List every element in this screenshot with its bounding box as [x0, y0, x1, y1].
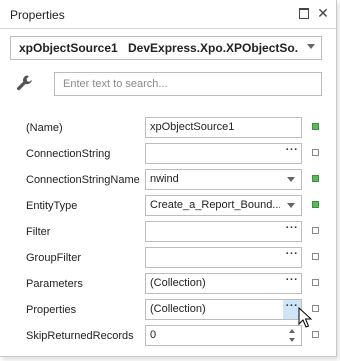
property-value-editor[interactable]: nwind [145, 169, 302, 190]
property-row: EntityType Create_a_Report_Bound... [0, 193, 336, 219]
ellipsis-icon: ··· [285, 144, 299, 156]
property-row: ConnectionString ··· [0, 141, 336, 167]
ellipsis-button[interactable]: ··· [283, 248, 301, 267]
property-row: Parameters (Collection) ··· [0, 271, 336, 297]
property-name: GroupFilter [26, 252, 82, 264]
search-input[interactable] [61, 73, 315, 95]
property-name: Parameters [26, 278, 83, 290]
dropdown-button[interactable] [283, 196, 301, 215]
ellipsis-button[interactable]: ··· [283, 222, 301, 241]
property-row: Properties (Collection) ··· [0, 297, 336, 323]
property-row: SkipReturnedRecords 0 [0, 323, 336, 349]
search-field[interactable] [54, 72, 322, 96]
property-name: ConnectionString [26, 148, 111, 160]
property-name: (Name) [26, 122, 63, 134]
property-marker-icon[interactable] [312, 175, 319, 182]
property-row: ConnectionStringName nwind [0, 167, 336, 193]
restore-icon[interactable] [297, 6, 311, 20]
close-icon[interactable]: ✕ [316, 6, 330, 20]
property-value: Create_a_Report_Bound... [150, 199, 280, 211]
property-name: EntityType [26, 200, 78, 212]
property-row: (Name) xpObjectSource1 [0, 115, 336, 141]
ellipsis-icon: ··· [285, 274, 299, 286]
property-value-editor[interactable]: ··· [145, 143, 302, 164]
property-value-editor[interactable]: (Collection) ··· [145, 299, 302, 320]
property-row: Filter ··· [0, 219, 336, 245]
chevron-down-icon [307, 44, 315, 49]
panel-title: Properties [10, 8, 65, 22]
property-name: ConnectionStringName [26, 174, 140, 186]
property-value: 0 [150, 329, 157, 341]
wrench-icon[interactable] [16, 74, 34, 92]
property-marker-icon[interactable] [312, 331, 319, 338]
selected-object-type: DevExpress.Xpo.XPObjectSo... [128, 41, 298, 55]
property-marker-icon[interactable] [312, 123, 319, 130]
property-marker-icon[interactable] [312, 227, 319, 234]
chevron-down-icon [287, 203, 295, 208]
ellipsis-icon: ··· [285, 248, 299, 260]
property-name: Filter [26, 226, 51, 238]
property-value-editor[interactable]: 0 [145, 325, 302, 346]
chevron-down-icon [289, 338, 295, 342]
chevron-up-icon [289, 329, 295, 333]
property-value: (Collection) [150, 303, 206, 315]
dropdown-button[interactable] [283, 170, 301, 189]
property-value-editor[interactable]: ··· [145, 247, 302, 268]
property-marker-icon[interactable] [312, 201, 319, 208]
property-name: Properties [26, 304, 77, 316]
title-bar: Properties ✕ [0, 0, 336, 29]
selected-object-name: xpObjectSource1 [19, 41, 118, 55]
property-value: (Collection) [150, 277, 206, 289]
property-row: GroupFilter ··· [0, 245, 336, 271]
property-value-editor[interactable]: Create_a_Report_Bound... [145, 195, 302, 216]
property-value: nwind [150, 173, 179, 185]
property-value-editor[interactable]: xpObjectSource1 [145, 117, 302, 138]
property-marker-icon[interactable] [312, 279, 319, 286]
ellipsis-icon: ··· [285, 300, 299, 312]
ellipsis-icon: ··· [285, 222, 299, 234]
property-marker-icon[interactable] [312, 253, 319, 260]
chevron-down-icon [287, 177, 295, 182]
property-name: SkipReturnedRecords [26, 330, 134, 342]
property-value: xpObjectSource1 [150, 121, 235, 133]
mouse-cursor-icon [298, 306, 314, 329]
property-marker-icon[interactable] [312, 149, 319, 156]
ellipsis-button[interactable]: ··· [283, 144, 301, 163]
properties-panel: Properties ✕ xpObjectSource1 DevExpress.… [0, 0, 337, 357]
object-selector[interactable]: xpObjectSource1 DevExpress.Xpo.XPObjectS… [10, 36, 322, 60]
property-grid: (Name) xpObjectSource1 ConnectionString ···… [0, 115, 336, 349]
property-value-editor[interactable]: (Collection) ··· [145, 273, 302, 294]
ellipsis-button[interactable]: ··· [283, 274, 301, 293]
property-value-editor[interactable]: ··· [145, 221, 302, 242]
